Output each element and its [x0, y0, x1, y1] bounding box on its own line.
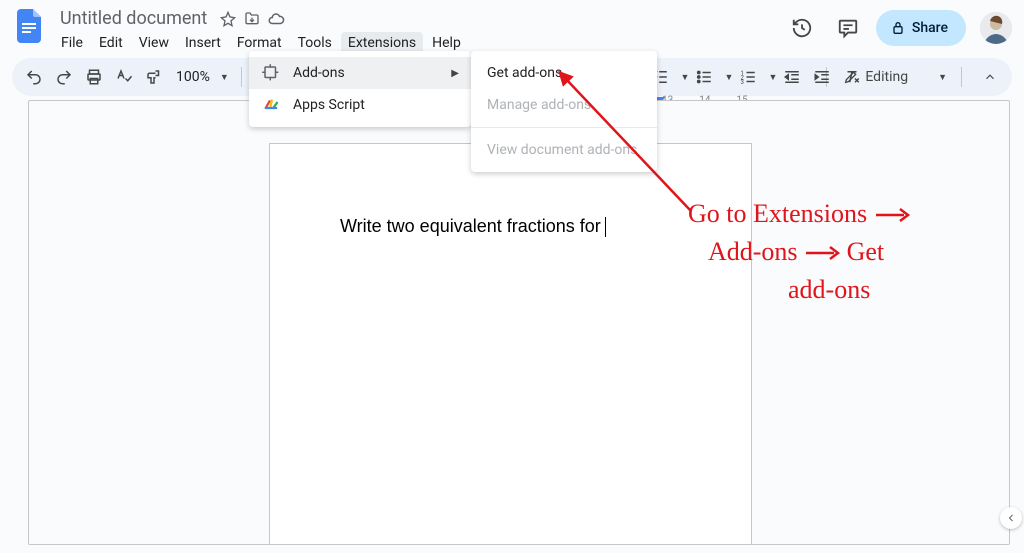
- menu-view[interactable]: View: [132, 32, 176, 54]
- header-center: Untitled document File Edit View Insert …: [52, 6, 784, 54]
- puzzle-icon: [261, 63, 281, 83]
- star-icon[interactable]: [219, 10, 237, 28]
- text-cursor: [605, 217, 606, 237]
- menu-item-label: Add-ons: [293, 65, 345, 81]
- mode-label: Editing: [865, 69, 908, 85]
- vertical-ruler[interactable]: [10, 104, 28, 545]
- chevron-right-icon: ▶: [451, 68, 459, 79]
- print-button[interactable]: [80, 63, 108, 91]
- document-page[interactable]: Write two equivalent fractions for: [269, 143, 752, 545]
- zoom-value: 100%: [176, 69, 210, 85]
- numbered-list-dropdown[interactable]: ▼: [764, 63, 776, 91]
- submenu-label: Manage add-ons: [487, 97, 591, 113]
- svg-text:3: 3: [741, 79, 744, 86]
- share-label: Share: [912, 20, 948, 36]
- cloud-status-icon[interactable]: [267, 10, 285, 28]
- submenu-label: View document add-ons: [487, 142, 637, 158]
- header: Untitled document File Edit View Insert …: [0, 0, 1024, 54]
- bulleted-list-button[interactable]: [690, 63, 718, 91]
- history-icon[interactable]: [784, 10, 820, 46]
- redo-button[interactable]: [50, 63, 78, 91]
- undo-button[interactable]: [20, 63, 48, 91]
- decrease-indent-button[interactable]: [778, 63, 806, 91]
- menu-insert[interactable]: Insert: [178, 32, 228, 54]
- zoom-dropdown[interactable]: 100% ▼: [170, 69, 235, 85]
- checklist-dropdown[interactable]: ▼: [676, 63, 688, 91]
- submenu-get-addons[interactable]: Get add-ons: [471, 57, 657, 89]
- menu-file[interactable]: File: [54, 32, 90, 54]
- bulleted-list-dropdown[interactable]: ▼: [720, 63, 732, 91]
- account-avatar[interactable]: [980, 12, 1012, 44]
- comments-icon[interactable]: [830, 10, 866, 46]
- document-title[interactable]: Untitled document: [54, 6, 213, 31]
- apps-script-icon: [261, 95, 281, 115]
- increase-indent-button[interactable]: [808, 63, 836, 91]
- caret-down-icon: ▼: [938, 72, 947, 83]
- collapse-toolbar-button[interactable]: [976, 63, 1004, 91]
- menu-item-apps-script[interactable]: Apps Script: [249, 89, 471, 121]
- separator: [241, 67, 242, 87]
- spellcheck-button[interactable]: [110, 63, 138, 91]
- menu-item-addons[interactable]: Add-ons ▶: [249, 57, 471, 89]
- separator: [471, 127, 657, 128]
- numbered-list-button[interactable]: 123: [734, 63, 762, 91]
- submenu-label: Get add-ons: [487, 65, 562, 81]
- addons-submenu: Get add-ons Manage add-ons View document…: [471, 51, 657, 172]
- menu-edit[interactable]: Edit: [92, 32, 130, 54]
- caret-down-icon: ▼: [220, 72, 229, 83]
- extensions-menu: Add-ons ▶ Apps Script: [249, 51, 471, 127]
- document-body-text[interactable]: Write two equivalent fractions for: [340, 216, 606, 237]
- paint-format-button[interactable]: [140, 63, 168, 91]
- share-button[interactable]: Share: [876, 10, 966, 46]
- move-icon[interactable]: [243, 10, 261, 28]
- separator: [961, 67, 962, 87]
- clear-formatting-button[interactable]: [838, 63, 866, 91]
- docs-logo-icon[interactable]: [12, 8, 48, 44]
- header-right: Share: [784, 6, 1012, 46]
- title-row: Untitled document: [52, 6, 784, 31]
- submenu-manage-addons: Manage add-ons: [471, 89, 657, 121]
- explore-button[interactable]: [1000, 507, 1022, 529]
- text-content: Write two equivalent fractions for: [340, 216, 601, 237]
- menu-item-label: Apps Script: [293, 97, 365, 113]
- submenu-view-document-addons: View document add-ons: [471, 134, 657, 166]
